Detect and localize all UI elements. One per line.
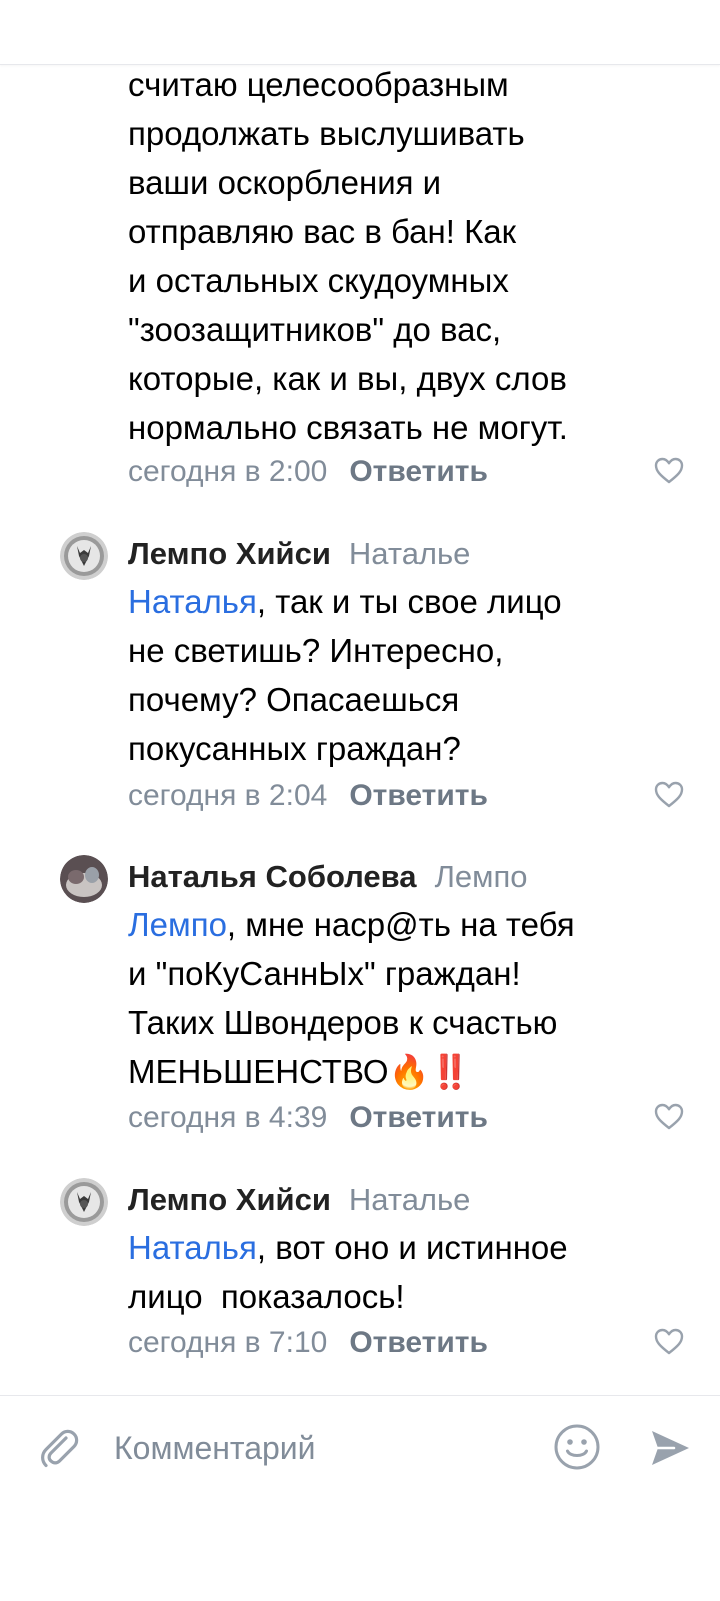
comment-time: сегодня в 4:39 — [128, 1101, 328, 1134]
author-name[interactable]: Лемпо Хийси — [128, 1182, 331, 1217]
reply-to-name[interactable]: Наталье — [349, 536, 471, 571]
reply-button[interactable]: Ответить — [349, 1101, 488, 1134]
avatar[interactable] — [60, 532, 108, 580]
heart-outline-icon[interactable] — [654, 1102, 684, 1130]
reply-button[interactable]: Ответить — [349, 455, 488, 488]
author-name[interactable]: Лемпо Хийси — [128, 536, 331, 571]
heart-outline-icon[interactable] — [654, 1327, 684, 1355]
comment-input[interactable] — [112, 1421, 516, 1475]
reply-button[interactable]: Ответить — [349, 779, 488, 812]
reply-button[interactable]: Ответить — [349, 1326, 488, 1359]
comment-text: Наталья, вот оно и истинное лицо показал… — [128, 1223, 688, 1321]
heart-outline-icon[interactable] — [654, 456, 684, 484]
mention-link[interactable]: Наталья — [128, 1229, 257, 1266]
comment-meta: сегодня в 7:10 Ответить — [128, 1323, 488, 1363]
emoji-fire-exclamation: 🔥‼️ — [388, 1052, 471, 1091]
comment-meta: сегодня в 2:00 Ответить — [128, 452, 488, 492]
comment-header: Лемпо Хийси Наталье — [128, 532, 470, 576]
comment-time: сегодня в 2:04 — [128, 779, 328, 812]
smile-icon[interactable] — [553, 1423, 601, 1471]
comment-time: сегодня в 2:00 — [128, 455, 328, 488]
comments-feed[interactable]: считаю целесообразным продолжать выслуши… — [0, 0, 720, 1395]
comment-header: Наталья Соболева Лемпо — [128, 855, 528, 899]
comment-time: сегодня в 7:10 — [128, 1326, 328, 1359]
author-name[interactable]: Наталья Соболева — [128, 859, 417, 894]
avatar[interactable] — [60, 1178, 108, 1226]
comment-text: считаю целесообразным продолжать выслуши… — [128, 66, 568, 446]
comment-meta: сегодня в 2:04 Ответить — [128, 776, 488, 816]
send-arrow-icon[interactable] — [648, 1426, 692, 1470]
comment-meta: сегодня в 4:39 Ответить — [128, 1098, 488, 1138]
heart-outline-icon[interactable] — [654, 780, 684, 808]
comment-composer — [0, 1395, 720, 1601]
mention-link[interactable]: Наталья — [128, 583, 257, 620]
comment-header: Лемпо Хийси Наталье — [128, 1178, 470, 1222]
comment-text: Лемпо, мне наср@ть на тебя и "поКуСаннЫх… — [128, 900, 688, 1096]
reply-to-name[interactable]: Лемпо — [435, 859, 528, 894]
mention-link[interactable]: Лемпо — [128, 906, 227, 943]
avatar[interactable] — [60, 855, 108, 903]
paperclip-icon[interactable] — [36, 1426, 80, 1470]
comment-text: Наталья, так и ты свое лицо не светишь? … — [128, 577, 688, 773]
reply-to-name[interactable]: Наталье — [349, 1182, 471, 1217]
